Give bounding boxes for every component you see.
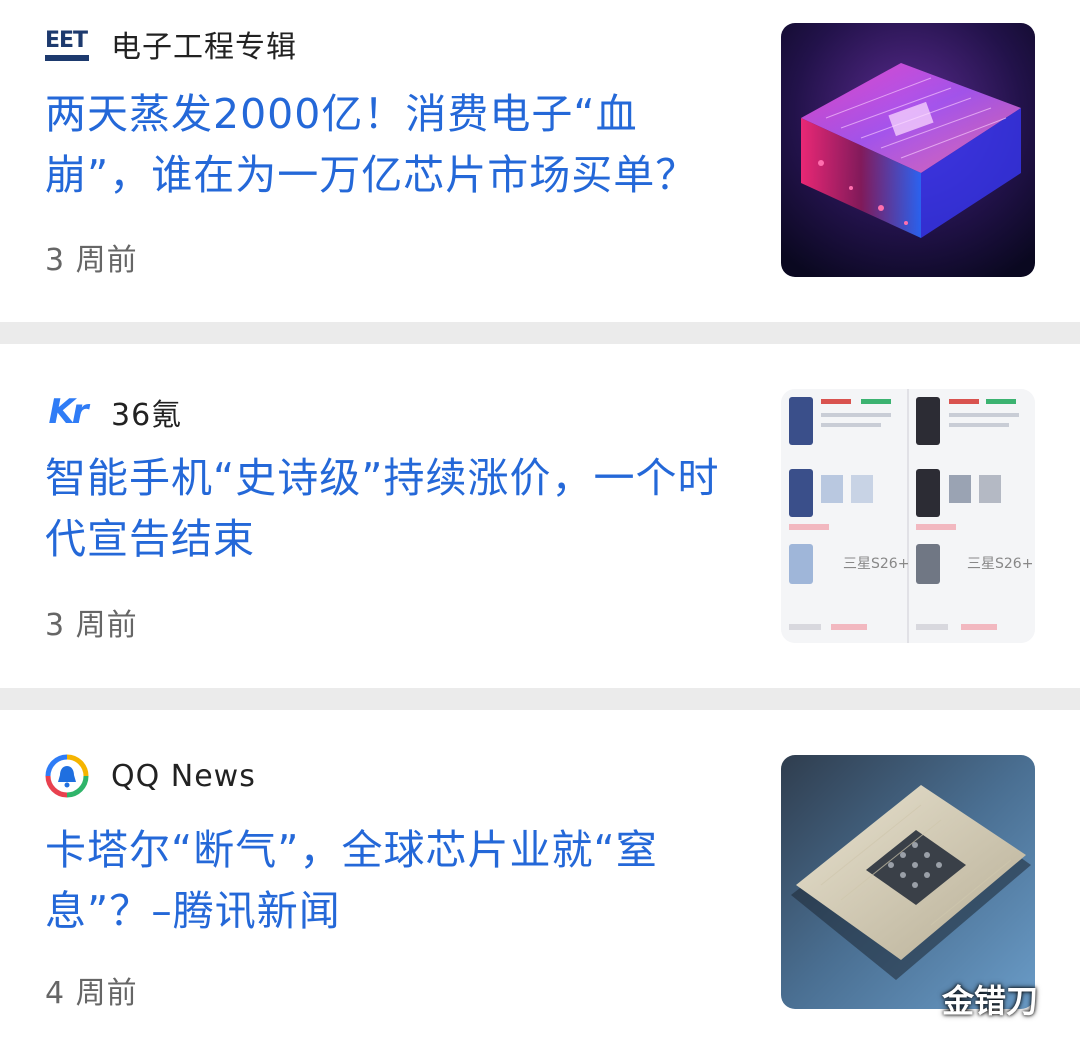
source-name: QQ News: [111, 758, 256, 794]
news-card[interactable]: Kr 36氪 智能手机“史诗级”持续涨价，一个时代宣告结束 3 周前 三星S26…: [0, 344, 1080, 688]
news-source[interactable]: Kr 36氪: [45, 390, 182, 434]
news-title[interactable]: 智能手机“史诗级”持续涨价，一个时代宣告结束: [45, 448, 735, 570]
news-card[interactable]: EET 电子工程专辑 两天蒸发2000亿！消费电子“血崩”，谁在为一万亿芯片市场…: [0, 0, 1080, 322]
36kr-logo-icon: Kr: [48, 392, 88, 432]
cpu-chip-image[interactable]: [781, 755, 1035, 1009]
qq-news-logo-icon: [45, 754, 89, 798]
phone-price-screenshot-image[interactable]: 三星S26+ 三星S26+: [781, 389, 1035, 643]
post-age: 3 周前: [45, 243, 138, 278]
news-card[interactable]: QQ News 卡塔尔“断气”，全球芯片业就“窒息”？–腾讯新闻 4 周前: [0, 710, 1080, 1044]
post-age: 3 周前: [45, 608, 138, 643]
card-separator: [0, 688, 1080, 710]
eet-logo-icon: EET: [45, 22, 89, 66]
news-title[interactable]: 卡塔尔“断气”，全球芯片业就“窒息”？–腾讯新闻: [45, 820, 735, 942]
news-source[interactable]: QQ News: [45, 754, 256, 798]
news-feed: EET 电子工程专辑 两天蒸发2000亿！消费电子“血崩”，谁在为一万亿芯片市场…: [0, 0, 1080, 1044]
watermark: 金错刀: [941, 982, 1038, 1020]
news-title[interactable]: 两天蒸发2000亿！消费电子“血崩”，谁在为一万亿芯片市场买单？: [45, 84, 735, 206]
post-age: 4 周前: [45, 976, 138, 1011]
news-source[interactable]: EET 电子工程专辑: [45, 22, 297, 66]
source-name: 36氪: [111, 398, 183, 433]
product-label: 三星S26+: [843, 556, 910, 572]
product-label: 三星S26+: [967, 556, 1034, 572]
card-separator: [0, 322, 1080, 344]
source-name: 电子工程专辑: [111, 30, 297, 65]
glowing-chip-image[interactable]: [781, 23, 1035, 277]
